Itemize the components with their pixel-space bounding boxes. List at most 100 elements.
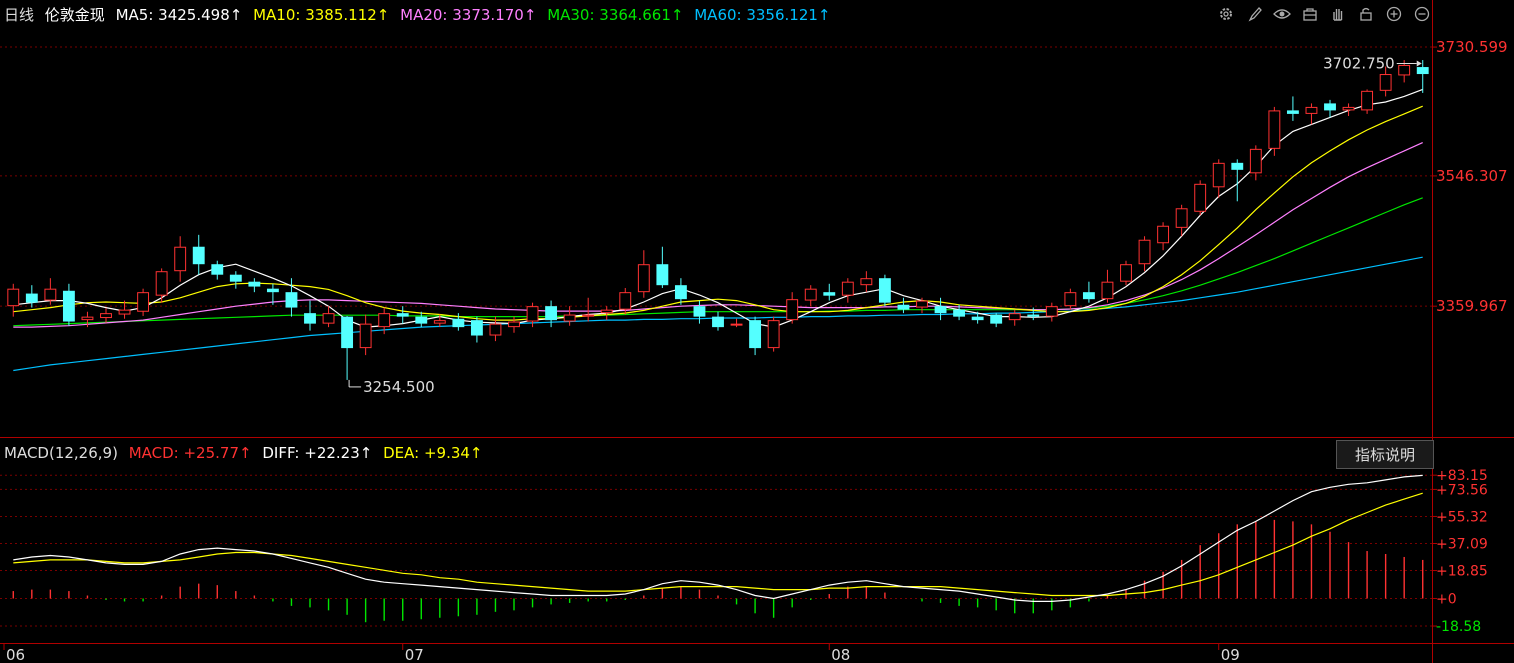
candle bbox=[1138, 236, 1151, 272]
candle bbox=[359, 314, 372, 356]
candle-body bbox=[100, 313, 112, 319]
candle-body bbox=[1398, 64, 1411, 76]
candle-body bbox=[1008, 313, 1021, 321]
candle-body bbox=[526, 306, 539, 322]
candle-body bbox=[656, 264, 669, 286]
candle-body bbox=[1138, 239, 1151, 265]
candle-body bbox=[1324, 103, 1336, 111]
candle bbox=[1342, 103, 1355, 116]
macd-name[interactable]: MACD(12,26,9) bbox=[4, 444, 118, 462]
candle-body bbox=[897, 304, 910, 310]
candle-body bbox=[712, 316, 724, 328]
high-arrow-head bbox=[1416, 60, 1422, 67]
candle-body bbox=[359, 323, 372, 349]
candlestick-macd-chart[interactable]: 3730.5993546.3073359.967+83.15+73.56+55.… bbox=[0, 0, 1514, 663]
candle bbox=[860, 271, 873, 293]
candle bbox=[174, 236, 187, 282]
candle bbox=[229, 271, 242, 289]
candle-body bbox=[1268, 110, 1281, 149]
indicator-explain-button[interactable]: 指标说明 bbox=[1336, 440, 1434, 469]
candle-body bbox=[1082, 292, 1095, 300]
candle bbox=[990, 313, 1003, 328]
candle-body bbox=[841, 281, 854, 296]
candle bbox=[211, 260, 224, 280]
candle bbox=[656, 246, 669, 288]
candle-body bbox=[508, 321, 520, 328]
candle-body bbox=[452, 318, 465, 328]
candle-body bbox=[767, 320, 780, 349]
candle-body bbox=[619, 292, 632, 310]
high-annotation-label: 3702.750 bbox=[1323, 55, 1395, 73]
lock-icon[interactable] bbox=[1356, 4, 1376, 24]
candle-body bbox=[7, 288, 20, 307]
candle-body bbox=[749, 320, 762, 349]
candle bbox=[712, 311, 724, 331]
candle-body bbox=[1064, 292, 1077, 307]
candle-body bbox=[25, 293, 38, 303]
candle-body bbox=[304, 313, 316, 324]
symbol-label: 伦敦金现 bbox=[44, 6, 105, 24]
candle bbox=[1268, 106, 1281, 156]
candle bbox=[62, 283, 75, 326]
month-label: 07 bbox=[405, 646, 424, 663]
brush-icon[interactable] bbox=[1244, 4, 1264, 24]
candle bbox=[1286, 96, 1299, 121]
candle bbox=[582, 297, 595, 322]
candle bbox=[749, 316, 762, 356]
candle bbox=[1324, 99, 1336, 118]
ma30-legend: MA30: 3364.661↑ bbox=[547, 6, 684, 24]
candle-body bbox=[804, 288, 817, 301]
candle bbox=[1008, 309, 1021, 326]
ma5-line bbox=[13, 88, 1423, 328]
dea-line bbox=[13, 492, 1423, 597]
eye-icon[interactable] bbox=[1272, 4, 1292, 24]
candle-body bbox=[248, 281, 261, 287]
candle-body bbox=[990, 314, 1003, 324]
candle bbox=[878, 274, 891, 307]
zoom-out-icon[interactable] bbox=[1412, 4, 1432, 24]
candle-body bbox=[1157, 225, 1170, 244]
candle-body bbox=[1175, 208, 1188, 228]
candle bbox=[1194, 180, 1207, 216]
month-label: 09 bbox=[1221, 646, 1240, 663]
candle bbox=[674, 278, 687, 305]
diff-line bbox=[13, 474, 1423, 603]
ma10-legend: MA10: 3385.112↑ bbox=[253, 6, 390, 24]
candle-body bbox=[378, 313, 391, 328]
zoom-in-icon[interactable] bbox=[1384, 4, 1404, 24]
candle-body bbox=[545, 306, 558, 321]
candle-body bbox=[81, 316, 94, 321]
candle bbox=[1120, 260, 1132, 286]
low-annotation-label: 3254.500 bbox=[363, 378, 435, 396]
candle bbox=[1249, 145, 1262, 181]
candle bbox=[1082, 281, 1095, 303]
chart-toolbar bbox=[1216, 4, 1432, 24]
candle-body bbox=[1027, 314, 1040, 317]
toolbox-icon[interactable] bbox=[1300, 4, 1320, 24]
candle bbox=[415, 311, 428, 328]
candle bbox=[545, 300, 558, 328]
candle-body bbox=[934, 306, 947, 314]
candle-body bbox=[953, 309, 966, 317]
diff-value: DIFF: +22.23↑ bbox=[262, 444, 373, 462]
candle-body bbox=[1305, 106, 1318, 114]
candle bbox=[1157, 222, 1170, 251]
hand-icon[interactable] bbox=[1328, 4, 1348, 24]
candle-body bbox=[693, 306, 706, 317]
candle bbox=[341, 315, 354, 380]
main-chart-header: 日线 伦敦金现 MA5: 3425.498↑ MA10: 3385.112↑ M… bbox=[4, 4, 837, 25]
candle-body bbox=[470, 320, 483, 336]
gear-icon[interactable] bbox=[1216, 4, 1236, 24]
candle bbox=[730, 318, 743, 328]
candle-body bbox=[860, 278, 873, 286]
candle-body bbox=[341, 316, 354, 349]
candle bbox=[693, 300, 706, 324]
candle bbox=[137, 288, 150, 316]
ma60-legend: MA60: 3356.121↑ bbox=[694, 6, 831, 24]
period-label[interactable]: 日线 bbox=[4, 6, 34, 24]
candle-body bbox=[582, 314, 595, 317]
candle-body bbox=[1231, 162, 1244, 170]
chart-stage[interactable]: 3730.599 3546.307 3359.967 +83.15 +73.56 +55.… bbox=[0, 0, 1514, 663]
candle-body bbox=[211, 264, 224, 275]
month-label: 06 bbox=[6, 646, 25, 663]
